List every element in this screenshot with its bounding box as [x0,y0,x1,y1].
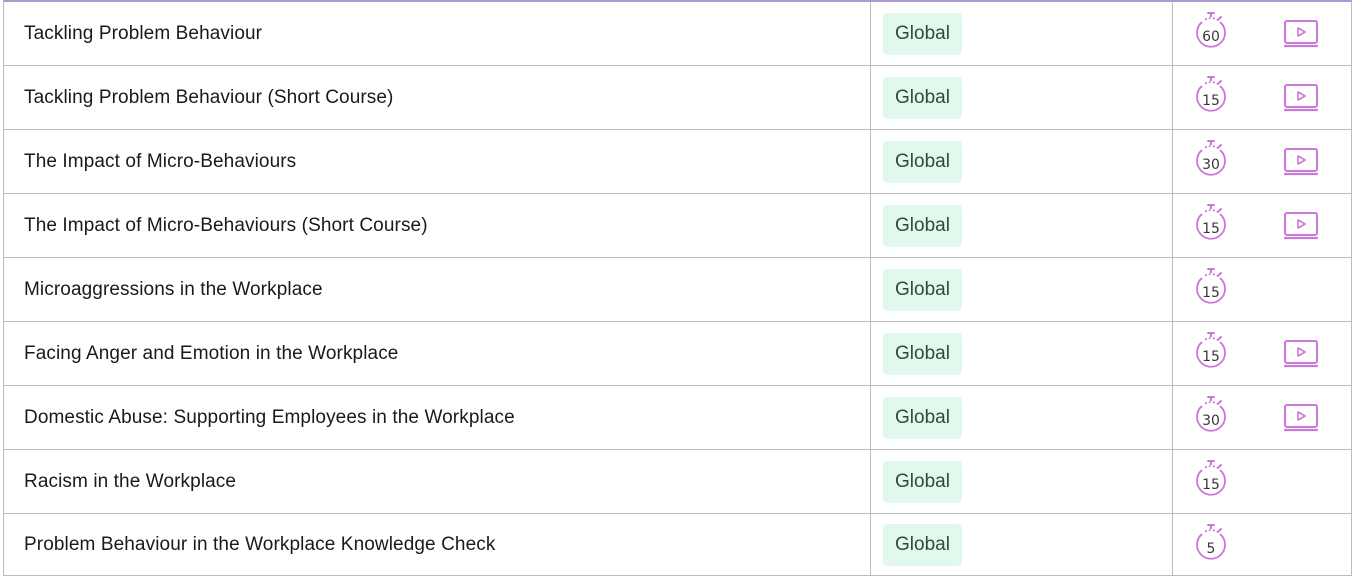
meta-cell: 15 [1173,322,1351,385]
course-title-cell: Microaggressions in the Workplace [4,258,871,321]
duration-label: 15 [1202,285,1220,301]
duration-label: 15 [1202,221,1220,237]
stopwatch-icon: 15 [1192,74,1230,118]
stopwatch-icon: 15 [1192,202,1230,246]
table-row[interactable]: The Impact of Micro-Behaviours (Short Co… [4,194,1351,258]
region-cell: Global [871,258,1173,321]
stopwatch-icon: 30 [1192,394,1230,438]
course-title-cell: Tackling Problem Behaviour (Short Course… [4,66,871,129]
video-play-icon[interactable] [1281,19,1321,49]
duration-label: 30 [1202,413,1220,429]
meta-cell: 5 [1173,514,1351,575]
stopwatch-icon: 60 [1192,10,1230,54]
region-badge: Global [883,523,962,566]
course-title[interactable]: Tackling Problem Behaviour (Short Course… [24,87,393,109]
course-title-cell: Domestic Abuse: Supporting Employees in … [4,386,871,449]
region-badge: Global [883,460,962,503]
table-row[interactable]: Racism in the Workplace Global 15 [4,450,1351,514]
meta-cell: 15 [1173,194,1351,257]
course-title-cell: Problem Behaviour in the Workplace Knowl… [4,514,871,575]
table-row[interactable]: Tackling Problem Behaviour Global 60 [4,2,1351,66]
region-badge: Global [883,204,962,247]
stopwatch-icon: 15 [1192,458,1230,502]
meta-cell: 15 [1173,450,1351,513]
table-row[interactable]: Facing Anger and Emotion in the Workplac… [4,322,1351,386]
course-title[interactable]: Domestic Abuse: Supporting Employees in … [24,407,515,429]
course-title[interactable]: Facing Anger and Emotion in the Workplac… [24,343,398,365]
table-row[interactable]: The Impact of Micro-Behaviours Global 30 [4,130,1351,194]
region-cell: Global [871,66,1173,129]
stopwatch-icon: 15 [1192,330,1230,374]
duration-label: 30 [1202,157,1220,173]
course-title[interactable]: Racism in the Workplace [24,471,236,493]
duration-label: 5 [1206,541,1216,557]
region-cell: Global [871,386,1173,449]
table-row[interactable]: Microaggressions in the Workplace Global… [4,258,1351,322]
course-title-cell: Racism in the Workplace [4,450,871,513]
video-play-icon[interactable] [1281,403,1321,433]
region-cell: Global [871,194,1173,257]
meta-cell: 15 [1173,258,1351,321]
region-cell: Global [871,514,1173,575]
video-play-icon[interactable] [1281,211,1321,241]
video-play-icon[interactable] [1281,339,1321,369]
duration-label: 15 [1202,93,1220,109]
region-badge: Global [883,76,962,119]
region-badge: Global [883,12,962,55]
meta-cell: 30 [1173,386,1351,449]
course-title[interactable]: The Impact of Micro-Behaviours [24,151,296,173]
region-badge: Global [883,396,962,439]
course-title[interactable]: Tackling Problem Behaviour [24,23,262,45]
duration-label: 15 [1202,477,1220,493]
video-play-icon[interactable] [1281,147,1321,177]
region-cell: Global [871,322,1173,385]
course-title-cell: Tackling Problem Behaviour [4,2,871,65]
course-title[interactable]: Microaggressions in the Workplace [24,279,323,301]
region-badge: Global [883,140,962,183]
meta-cell: 30 [1173,130,1351,193]
course-title[interactable]: The Impact of Micro-Behaviours (Short Co… [24,215,428,237]
stopwatch-icon: 15 [1192,266,1230,310]
course-table: Tackling Problem Behaviour Global 60 Tac… [3,0,1352,576]
course-title-cell: The Impact of Micro-Behaviours (Short Co… [4,194,871,257]
region-cell: Global [871,2,1173,65]
course-title-cell: Facing Anger and Emotion in the Workplac… [4,322,871,385]
meta-cell: 60 [1173,2,1351,65]
video-play-icon[interactable] [1281,83,1321,113]
region-badge: Global [883,268,962,311]
stopwatch-icon: 30 [1192,138,1230,182]
duration-label: 15 [1202,349,1220,365]
region-badge: Global [883,332,962,375]
region-cell: Global [871,450,1173,513]
table-row[interactable]: Tackling Problem Behaviour (Short Course… [4,66,1351,130]
course-title-cell: The Impact of Micro-Behaviours [4,130,871,193]
meta-cell: 15 [1173,66,1351,129]
table-row[interactable]: Domestic Abuse: Supporting Employees in … [4,386,1351,450]
table-row[interactable]: Problem Behaviour in the Workplace Knowl… [4,514,1351,576]
duration-label: 60 [1202,29,1220,45]
stopwatch-icon: 5 [1192,522,1230,566]
course-title[interactable]: Problem Behaviour in the Workplace Knowl… [24,534,495,556]
region-cell: Global [871,130,1173,193]
